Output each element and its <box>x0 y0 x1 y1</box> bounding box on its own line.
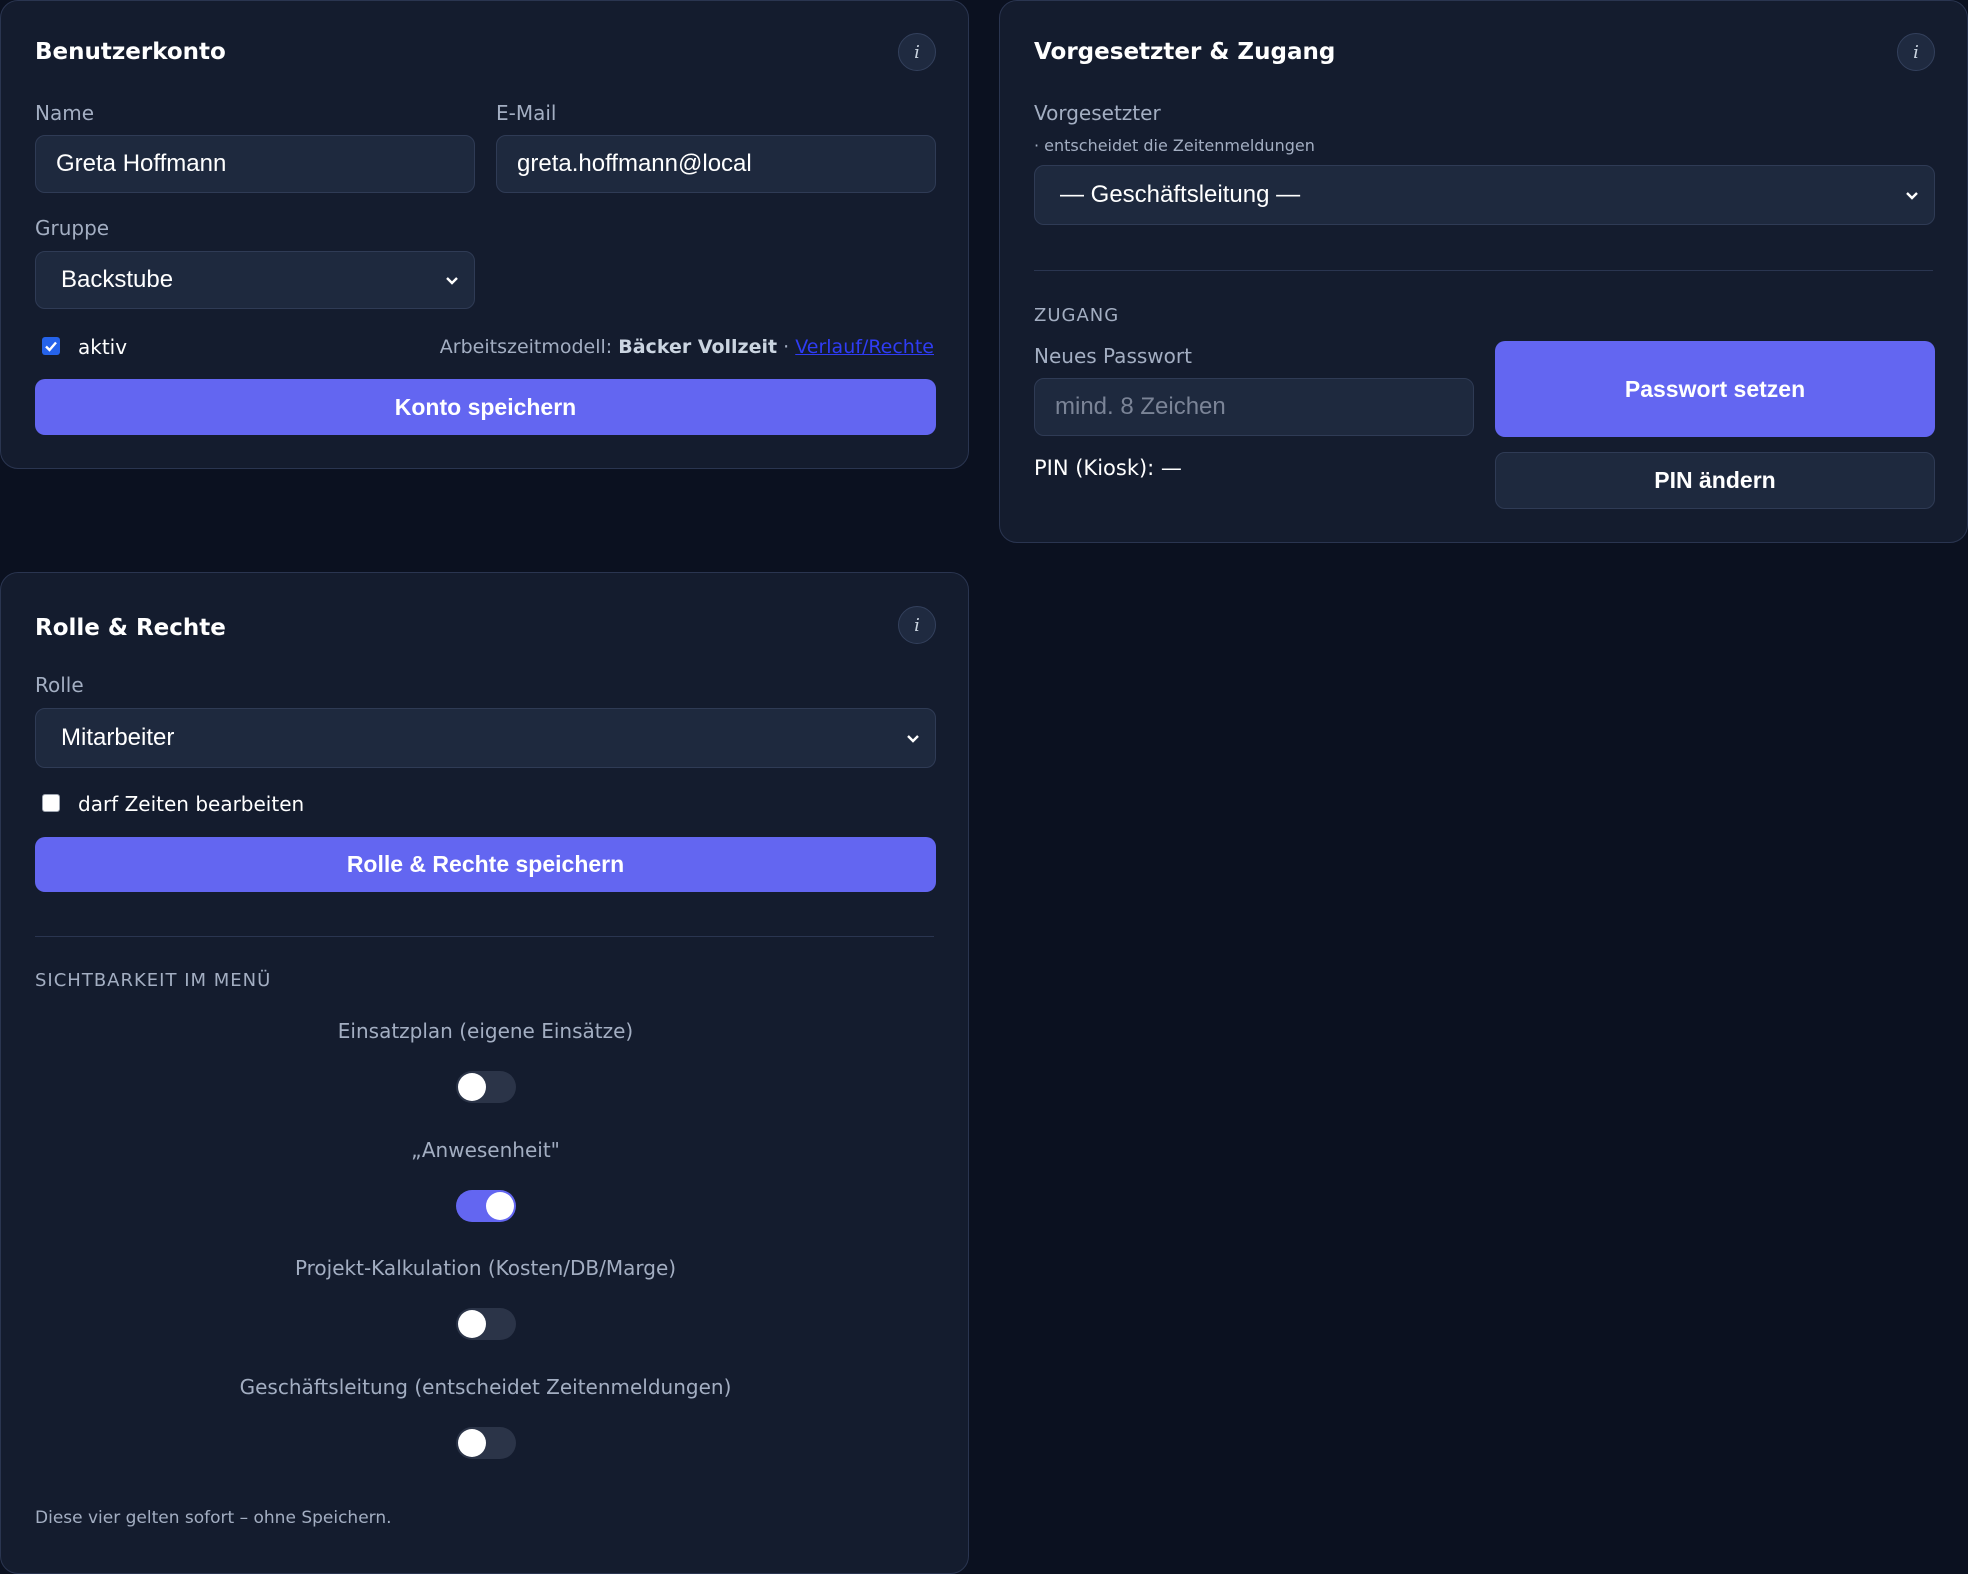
divider <box>1034 270 1933 271</box>
edit-times-label: darf Zeiten bearbeiten <box>78 792 305 816</box>
toggle-label-geschaeftsleitung: Geschäftsleitung (entscheidet Zeitenmeld… <box>239 1375 732 1399</box>
name-input[interactable]: Greta Hoffmann <box>35 135 475 193</box>
superior-label: Vorgesetzter <box>1034 101 1161 125</box>
toggle-knob <box>458 1073 486 1101</box>
chevron-down-icon <box>907 735 919 743</box>
superior-access-card: Vorgesetzter & Zugang i Vorgesetzter · e… <box>999 0 1968 543</box>
toggle-anwesenheit[interactable] <box>456 1190 516 1222</box>
save-account-button[interactable]: Konto speichern <box>35 379 936 435</box>
info-icon[interactable]: i <box>898 33 936 71</box>
password-input[interactable]: mind. 8 Zeichen <box>1034 378 1474 436</box>
check-icon <box>45 341 57 352</box>
toggle-label-projekt-kalkulation: Projekt-Kalkulation (Kosten/DB/Marge) <box>294 1256 677 1280</box>
group-label: Gruppe <box>35 216 110 240</box>
chevron-down-icon <box>1906 192 1918 200</box>
active-checkbox[interactable] <box>42 337 60 355</box>
account-title: Benutzerkonto <box>35 39 226 65</box>
toggle-label-einsatzplan: Einsatzplan (eigene Einsätze) <box>337 1019 634 1043</box>
history-rights-link[interactable]: Verlauf/Rechte <box>795 336 934 358</box>
work-model-prefix: Arbeitszeitmodell: <box>439 336 613 358</box>
chevron-down-icon <box>446 277 458 285</box>
superior-select-value: — Geschäftsleitung — <box>1060 181 1301 208</box>
superior-select[interactable]: — Geschäftsleitung — <box>1034 165 1935 225</box>
account-card: Benutzerkonto i Name Greta Hoffmann E-Ma… <box>0 0 969 469</box>
role-label: Rolle <box>35 673 84 697</box>
role-title: Rolle & Rechte <box>35 615 226 641</box>
toggle-einsatzplan[interactable] <box>456 1071 516 1103</box>
email-label: E-Mail <box>496 101 557 125</box>
change-pin-button[interactable]: PIN ändern <box>1495 452 1935 509</box>
visibility-note: Diese vier gelten sofort – ohne Speicher… <box>35 1508 392 1528</box>
info-icon[interactable]: i <box>1897 33 1935 71</box>
divider <box>35 936 934 937</box>
group-select[interactable]: Backstube <box>35 251 475 309</box>
toggle-geschaeftsleitung[interactable] <box>456 1427 516 1459</box>
toggle-projekt-kalkulation[interactable] <box>456 1308 516 1340</box>
save-role-button[interactable]: Rolle & Rechte speichern <box>35 837 936 892</box>
role-select[interactable]: Mitarbeiter <box>35 708 936 768</box>
superior-title: Vorgesetzter & Zugang <box>1034 39 1336 65</box>
visibility-heading: SICHTBARKEIT IM MENÜ <box>35 970 272 991</box>
role-rights-card: Rolle & Rechte i Rolle Mitarbeiter darf … <box>0 572 969 1574</box>
email-input[interactable]: greta.hoffmann@local <box>496 135 936 193</box>
name-label: Name <box>35 101 95 125</box>
work-model-info: Arbeitszeitmodell: Bäcker Vollzeit · Ver… <box>440 336 934 358</box>
role-select-value: Mitarbeiter <box>61 724 175 751</box>
edit-times-checkbox[interactable] <box>42 794 60 812</box>
info-icon[interactable]: i <box>898 606 936 644</box>
group-select-value: Backstube <box>61 266 174 293</box>
superior-hint: · entscheidet die Zeitenmeldungen <box>1034 136 1315 155</box>
toggle-knob <box>458 1429 486 1457</box>
work-model-separator: · <box>783 336 790 358</box>
pin-status: PIN (Kiosk): — <box>1034 456 1182 480</box>
password-label: Neues Passwort <box>1034 344 1192 368</box>
active-label: aktiv <box>78 335 128 359</box>
set-password-button[interactable]: Passwort setzen <box>1495 341 1935 437</box>
work-model-value: Bäcker Vollzeit <box>618 336 778 358</box>
toggle-knob <box>458 1310 486 1338</box>
toggle-label-anwesenheit: „Anwesenheit" <box>411 1138 560 1162</box>
toggle-knob <box>486 1192 514 1220</box>
access-heading: ZUGANG <box>1034 305 1120 326</box>
